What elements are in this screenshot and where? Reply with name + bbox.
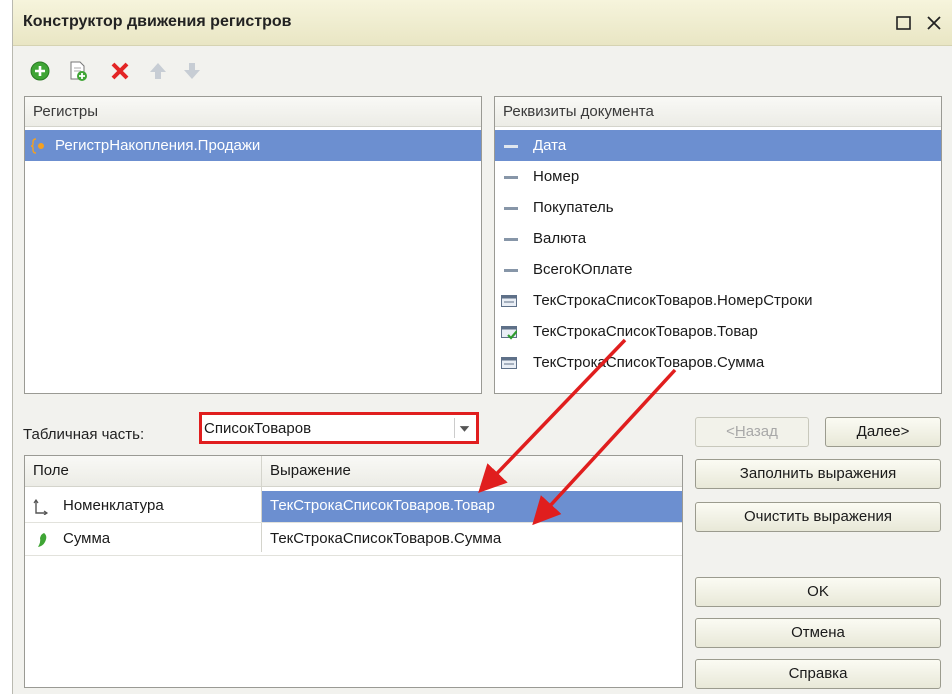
expression-cell-text: ТекСтрокаСписокТоваров.Товар	[270, 497, 495, 514]
attribute-item-label: Номер	[533, 168, 580, 185]
attribute-item-label: ТекСтрокаСписокТоваров.Сумма	[533, 354, 765, 371]
column-header-expression[interactable]: Выражение	[262, 456, 351, 487]
title-bar: Конструктор движения регистров	[13, 0, 952, 46]
expression-cell-selected[interactable]: ТекСтрокаСписокТоваров.Товар	[262, 491, 682, 522]
ok-button-label: OK	[807, 583, 829, 600]
clear-expressions-button[interactable]: Очистить выражения	[695, 502, 941, 532]
attribute-icon	[504, 207, 518, 210]
tabular-part-label: Табличная часть:	[23, 426, 145, 443]
attribute-icon	[504, 176, 518, 179]
fields-grid: Поле Выражение Номенклатура ТекСтрокаСпи…	[24, 455, 683, 688]
attribute-item-label: ТекСтрокаСписокТоваров.Товар	[533, 323, 758, 340]
delete-icon[interactable]	[109, 60, 131, 82]
attribute-item-label: Валюта	[533, 230, 587, 247]
cancel-button[interactable]: Отмена	[695, 618, 941, 648]
table-field-icon	[501, 357, 517, 369]
fields-grid-header: Поле Выражение	[25, 456, 682, 487]
register-item-label: РегистрНакопления.Продажи	[55, 137, 261, 154]
expression-cell[interactable]: ТекСтрокаСписокТоваров.Сумма	[262, 524, 501, 555]
clear-expressions-label: Очистить выражения	[743, 508, 893, 525]
dimension-icon	[33, 499, 49, 515]
attribute-item-buyer[interactable]: Покупатель	[495, 192, 941, 223]
fill-expressions-button[interactable]: Заполнить выражения	[695, 459, 941, 489]
move-up-icon[interactable]	[147, 60, 169, 82]
registers-panel-header: Регистры	[25, 97, 481, 127]
attribute-item-amount[interactable]: ТекСтрокаСписокТоваров.Сумма	[495, 347, 941, 378]
ok-button[interactable]: OK	[695, 577, 941, 607]
fill-expressions-label: Заполнить выражения	[739, 465, 897, 482]
copy-icon[interactable]	[67, 60, 89, 82]
table-field-checked-icon	[501, 326, 517, 340]
attribute-item-currency[interactable]: Валюта	[495, 223, 941, 254]
move-down-icon[interactable]	[181, 60, 203, 82]
attribute-item-label: Покупатель	[533, 199, 614, 216]
tabular-part-select[interactable]: СписокТоваров	[199, 412, 479, 444]
help-button[interactable]: Справка	[695, 659, 941, 689]
attribute-item-row-number[interactable]: ТекСтрокаСписокТоваров.НомерСтроки	[495, 285, 941, 316]
attribute-icon	[504, 145, 518, 148]
attribute-item-number[interactable]: Номер	[495, 161, 941, 192]
toolbar	[13, 46, 952, 92]
registers-panel: Регистры РегистрНакопления.Продажи	[24, 96, 482, 394]
attribute-item-label: ВсегоКОплате	[533, 261, 633, 278]
table-field-icon	[501, 295, 517, 307]
attribute-item-label: ТекСтрокаСписокТоваров.НомерСтроки	[533, 292, 813, 309]
table-row[interactable]: Сумма ТекСтрокаСписокТоваров.Сумма	[25, 524, 682, 556]
attribute-icon	[504, 238, 518, 241]
document-attributes-panel: Реквизиты документа Дата Номер Покупател…	[494, 96, 942, 394]
next-button[interactable]: Далее>	[825, 417, 941, 447]
register-item[interactable]: РегистрНакопления.Продажи	[25, 130, 481, 161]
attribute-item-product[interactable]: ТекСтрокаСписокТоваров.Товар	[495, 316, 941, 347]
document-attributes-header: Реквизиты документа	[495, 97, 941, 127]
window-title: Конструктор движения регистров	[23, 13, 292, 30]
resource-icon	[38, 533, 47, 547]
register-movements-designer-window: Конструктор движения регистров Регистры …	[12, 0, 952, 694]
table-row[interactable]: Номенклатура ТекСтрокаСписокТоваров.Това…	[25, 491, 682, 523]
attribute-item-label: Дата	[533, 137, 567, 154]
cancel-button-label: Отмена	[791, 624, 845, 641]
help-button-label: Справка	[788, 665, 848, 682]
field-cell: Сумма	[63, 530, 111, 547]
add-icon[interactable]	[29, 60, 51, 82]
attribute-item-total[interactable]: ВсегоКОплате	[495, 254, 941, 285]
chevron-down-icon[interactable]	[454, 418, 474, 438]
maximize-icon[interactable]	[895, 14, 913, 32]
close-icon[interactable]	[925, 14, 943, 32]
attribute-item-date[interactable]: Дата	[495, 130, 941, 161]
column-header-field[interactable]: Поле	[25, 456, 261, 487]
back-button[interactable]: <Назад	[695, 417, 809, 447]
field-cell: Номенклатура	[63, 497, 164, 514]
attribute-icon	[504, 269, 518, 272]
next-button-label: Далее>	[856, 423, 910, 440]
back-button-label: <Назад	[726, 423, 778, 440]
accumulation-register-icon	[31, 138, 44, 154]
tabular-part-value: СписокТоваров	[204, 420, 312, 437]
